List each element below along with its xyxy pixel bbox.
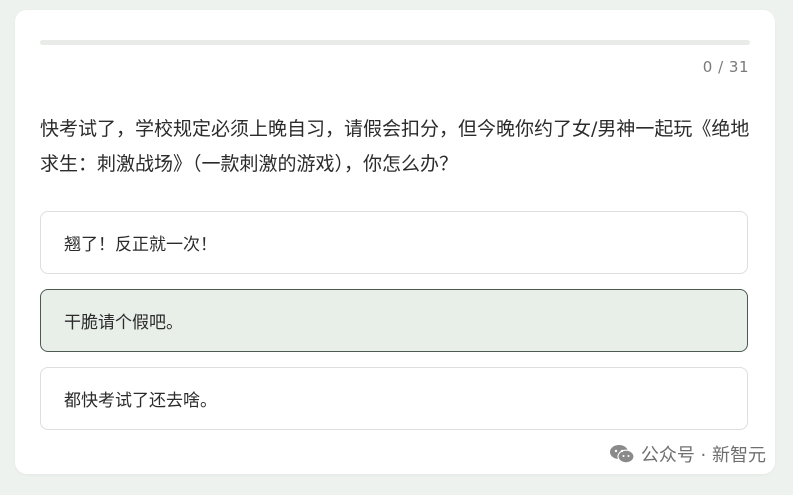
watermark: 公众号 · 新智元 [609,441,766,467]
option-2-label: 干脆请个假吧。 [64,313,183,333]
question-text: 快考试了，学校规定必须上晚自习，请假会扣分，但今晚你约了女/男神一起玩《绝地求生… [40,118,750,175]
quiz-card: 0 / 31 快考试了，学校规定必须上晚自习，请假会扣分，但今晚你约了女/男神一… [15,10,775,474]
option-1[interactable]: 翘了！反正就一次！ [40,211,748,274]
question-counter: 0 / 31 [702,58,749,76]
wechat-icon [609,445,635,464]
watermark-text: 公众号 · 新智元 [640,445,766,466]
option-3-label: 都快考试了还去啥。 [64,391,217,411]
option-1-label: 翘了！反正就一次！ [64,235,217,255]
option-3[interactable]: 都快考试了还去啥。 [40,367,748,430]
progress-bar [40,40,750,45]
option-2[interactable]: 干脆请个假吧。 [40,289,748,352]
